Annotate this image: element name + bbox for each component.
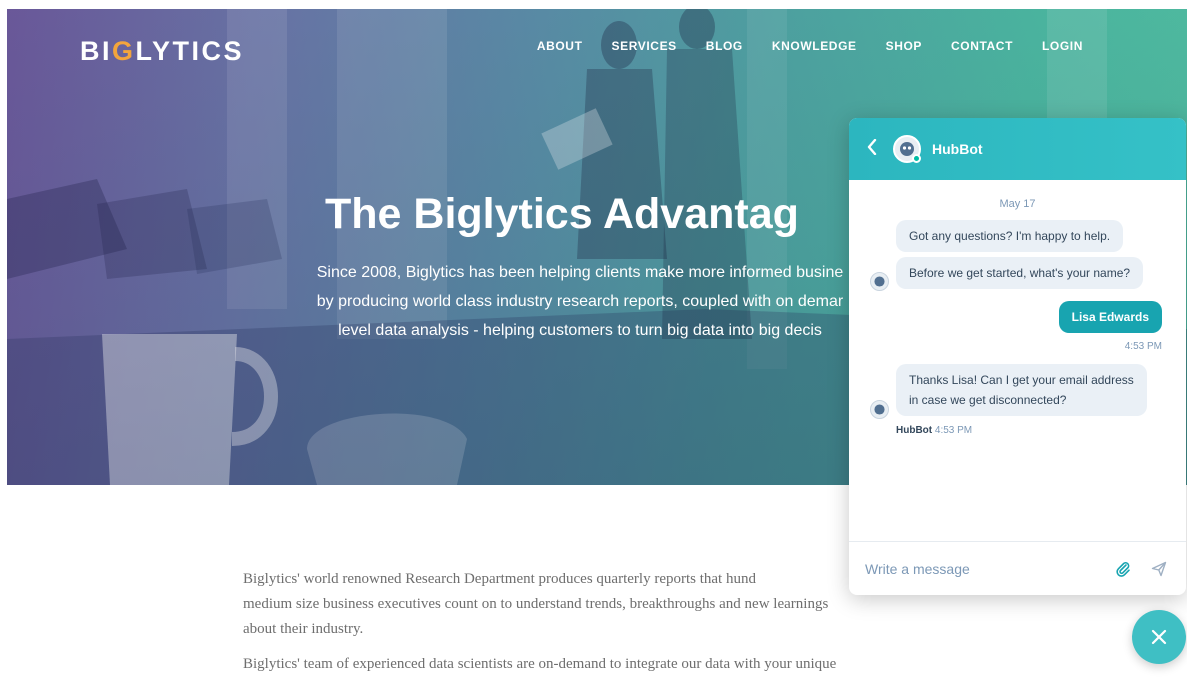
nav-shop[interactable]: SHOP xyxy=(886,39,922,53)
main-nav: ABOUT SERVICES BLOG KNOWLEDGE SHOP CONTA… xyxy=(537,39,1083,53)
bot-message: Got any questions? I'm happy to help. xyxy=(896,220,1124,252)
nav-knowledge[interactable]: KNOWLEDGE xyxy=(772,39,857,53)
hero-subtitle-line: level data analysis - helping customers … xyxy=(338,322,822,339)
user-message: Lisa Edwards xyxy=(1058,301,1162,333)
chat-widget: HubBot May 17 Got any questions? I'm hap… xyxy=(849,118,1186,595)
nav-about[interactable]: ABOUT xyxy=(537,39,583,53)
message-timestamp: 4:53 PM xyxy=(1124,341,1162,352)
sender-name: HubBot xyxy=(896,425,933,436)
bot-mini-avatar xyxy=(870,272,889,291)
message-meta: HubBot 4:53 PM xyxy=(896,425,972,436)
bot-message: Thanks Lisa! Can I get your email addres… xyxy=(896,364,1147,416)
online-status-dot xyxy=(912,154,921,163)
nav-contact[interactable]: CONTACT xyxy=(951,39,1013,53)
hero-subtitle-line: by producing world class industry resear… xyxy=(316,293,844,310)
bot-avatar xyxy=(893,135,921,163)
site-logo[interactable]: BIGLYTICS xyxy=(80,36,244,67)
message-input[interactable] xyxy=(865,560,1098,577)
team-paragraph: Biglytics' team of experienced data scie… xyxy=(243,656,837,672)
chat-header: HubBot xyxy=(849,118,1186,180)
logo-accent-letter: G xyxy=(112,36,136,66)
hero-subtitle-line: Since 2008, Biglytics has been helping c… xyxy=(316,264,844,281)
chevron-left-icon[interactable] xyxy=(867,138,877,159)
paperclip-icon[interactable] xyxy=(1112,558,1134,580)
send-icon[interactable] xyxy=(1148,558,1170,580)
hero-subtitle: Since 2008, Biglytics has been helping c… xyxy=(230,258,930,345)
nav-blog[interactable]: BLOG xyxy=(706,39,743,53)
bot-name: HubBot xyxy=(932,141,983,157)
message-composer xyxy=(849,541,1186,595)
bot-face-icon xyxy=(874,404,885,415)
close-chat-button[interactable] xyxy=(1132,610,1186,664)
close-icon xyxy=(1151,629,1167,645)
bot-face-icon xyxy=(874,276,885,287)
nav-login[interactable]: LOGIN xyxy=(1042,39,1083,53)
chat-thread: May 17 Got any questions? I'm happy to h… xyxy=(849,180,1186,541)
message-timestamp: 4:53 PM xyxy=(934,425,973,436)
bot-message: Before we get started, what's your name? xyxy=(896,257,1144,289)
nav-services[interactable]: SERVICES xyxy=(612,39,677,53)
bot-mini-avatar xyxy=(870,400,889,419)
date-separator: May 17 xyxy=(999,198,1036,210)
